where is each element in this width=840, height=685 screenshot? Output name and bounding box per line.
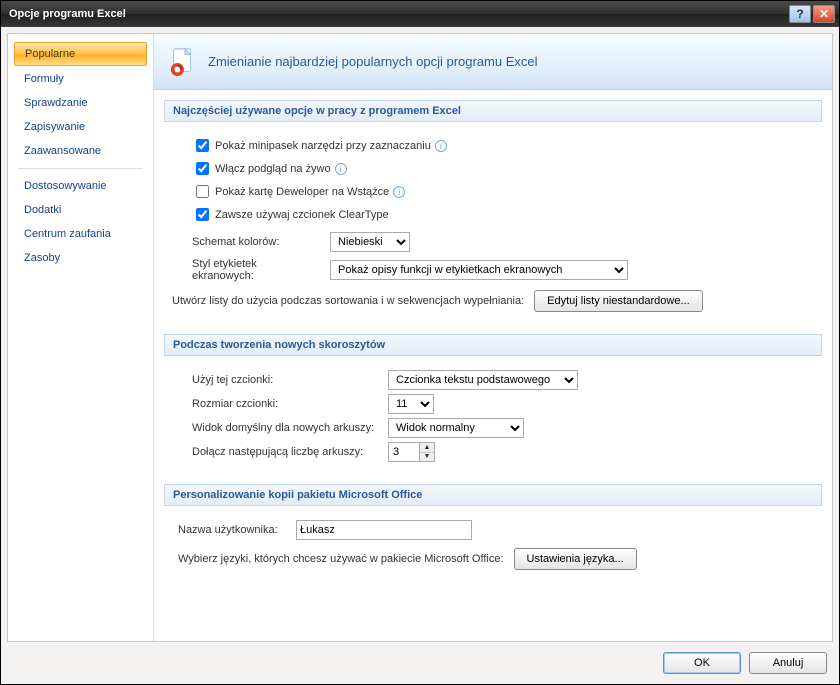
options-scroll[interactable]: Najczęściej używane opcje w pracy z prog… bbox=[154, 90, 832, 641]
titlebar[interactable]: Opcje programu Excel ? ✕ bbox=[1, 1, 839, 27]
page-header: Zmienianie najbardziej popularnych opcji… bbox=[154, 34, 832, 90]
info-icon[interactable]: i bbox=[335, 163, 347, 175]
section-top-title: Najczęściej używane opcje w pracy z prog… bbox=[164, 100, 822, 122]
edit-custom-lists-button[interactable]: Edytuj listy niestandardowe... bbox=[534, 290, 702, 312]
section-personal-title: Personalizowanie kopii pakietu Microsoft… bbox=[164, 484, 822, 506]
category-sidebar: Popularne Formuły Sprawdzanie Zapisywani… bbox=[8, 34, 154, 641]
chk-minitoolbar[interactable]: Pokaż minipasek narzędzi przy zaznaczani… bbox=[192, 136, 431, 155]
sidebar-item-customize[interactable]: Dostosowywanie bbox=[14, 175, 147, 197]
content-panel: Zmienianie najbardziej popularnych opcji… bbox=[154, 34, 832, 641]
screentip-label: Styl etykietek ekranowych: bbox=[192, 258, 320, 282]
colorscheme-label: Schemat kolorów: bbox=[192, 236, 320, 248]
section-wb-title: Podczas tworzenia nowych skoroszytów bbox=[164, 334, 822, 356]
sidebar-item-trustcenter[interactable]: Centrum zaufania bbox=[14, 223, 147, 245]
font-label: Użyj tej czcionki: bbox=[192, 374, 378, 386]
sidebar-item-formulas[interactable]: Formuły bbox=[14, 68, 147, 90]
close-button[interactable]: ✕ bbox=[813, 5, 835, 23]
sidebar-item-addins[interactable]: Dodatki bbox=[14, 199, 147, 221]
chk-cleartype[interactable]: Zawsze używaj czcionek ClearType bbox=[192, 205, 389, 224]
sheetcount-label: Dołącz następującą liczbę arkuszy: bbox=[192, 446, 378, 458]
sheetcount-input[interactable] bbox=[389, 443, 419, 461]
dialog-footer: OK Anuluj bbox=[7, 642, 833, 678]
defaultview-label: Widok domyślny dla nowych arkuszy: bbox=[192, 422, 378, 434]
sidebar-item-resources[interactable]: Zasoby bbox=[14, 247, 147, 269]
spinner-up[interactable]: ▲ bbox=[420, 443, 434, 453]
username-input[interactable] bbox=[296, 520, 472, 540]
fontsize-select[interactable]: 11 bbox=[388, 394, 434, 414]
username-label: Nazwa użytkownika: bbox=[178, 524, 286, 536]
options-dialog: Opcje programu Excel ? ✕ Popularne Formu… bbox=[0, 0, 840, 685]
fontsize-label: Rozmiar czcionki: bbox=[192, 398, 378, 410]
chk-livepreview[interactable]: Włącz podgląd na żywo bbox=[192, 159, 331, 178]
cancel-button[interactable]: Anuluj bbox=[749, 652, 827, 674]
page-title: Zmienianie najbardziej popularnych opcji… bbox=[208, 54, 538, 69]
sidebar-item-save[interactable]: Zapisywanie bbox=[14, 116, 147, 138]
sidebar-item-popular[interactable]: Popularne bbox=[14, 42, 147, 66]
colorscheme-select[interactable]: Niebieski bbox=[330, 232, 410, 252]
sidebar-item-advanced[interactable]: Zaawansowane bbox=[14, 140, 147, 162]
info-icon[interactable]: i bbox=[435, 140, 447, 152]
language-text: Wybierz języki, których chcesz używać w … bbox=[178, 553, 504, 565]
customlists-text: Utwórz listy do użycia podczas sortowani… bbox=[172, 295, 524, 307]
screentip-select[interactable]: Pokaż opisy funkcji w etykietkach ekrano… bbox=[330, 260, 628, 280]
window-title: Opcje programu Excel bbox=[9, 8, 787, 20]
help-button[interactable]: ? bbox=[789, 5, 811, 23]
info-icon[interactable]: i bbox=[393, 186, 405, 198]
ok-button[interactable]: OK bbox=[663, 652, 741, 674]
language-settings-button[interactable]: Ustawienia języka... bbox=[514, 548, 637, 570]
sidebar-item-proofing[interactable]: Sprawdzanie bbox=[14, 92, 147, 114]
defaultview-select[interactable]: Widok normalny bbox=[388, 418, 524, 438]
settings-page-icon bbox=[168, 47, 198, 77]
spinner-down[interactable]: ▼ bbox=[420, 453, 434, 462]
client-area: Popularne Formuły Sprawdzanie Zapisywani… bbox=[1, 27, 839, 684]
chk-developer[interactable]: Pokaż kartę Deweloper na Wstążce bbox=[192, 182, 389, 201]
sheetcount-spinner[interactable]: ▲▼ bbox=[388, 442, 435, 462]
font-select[interactable]: Czcionka tekstu podstawowego bbox=[388, 370, 578, 390]
